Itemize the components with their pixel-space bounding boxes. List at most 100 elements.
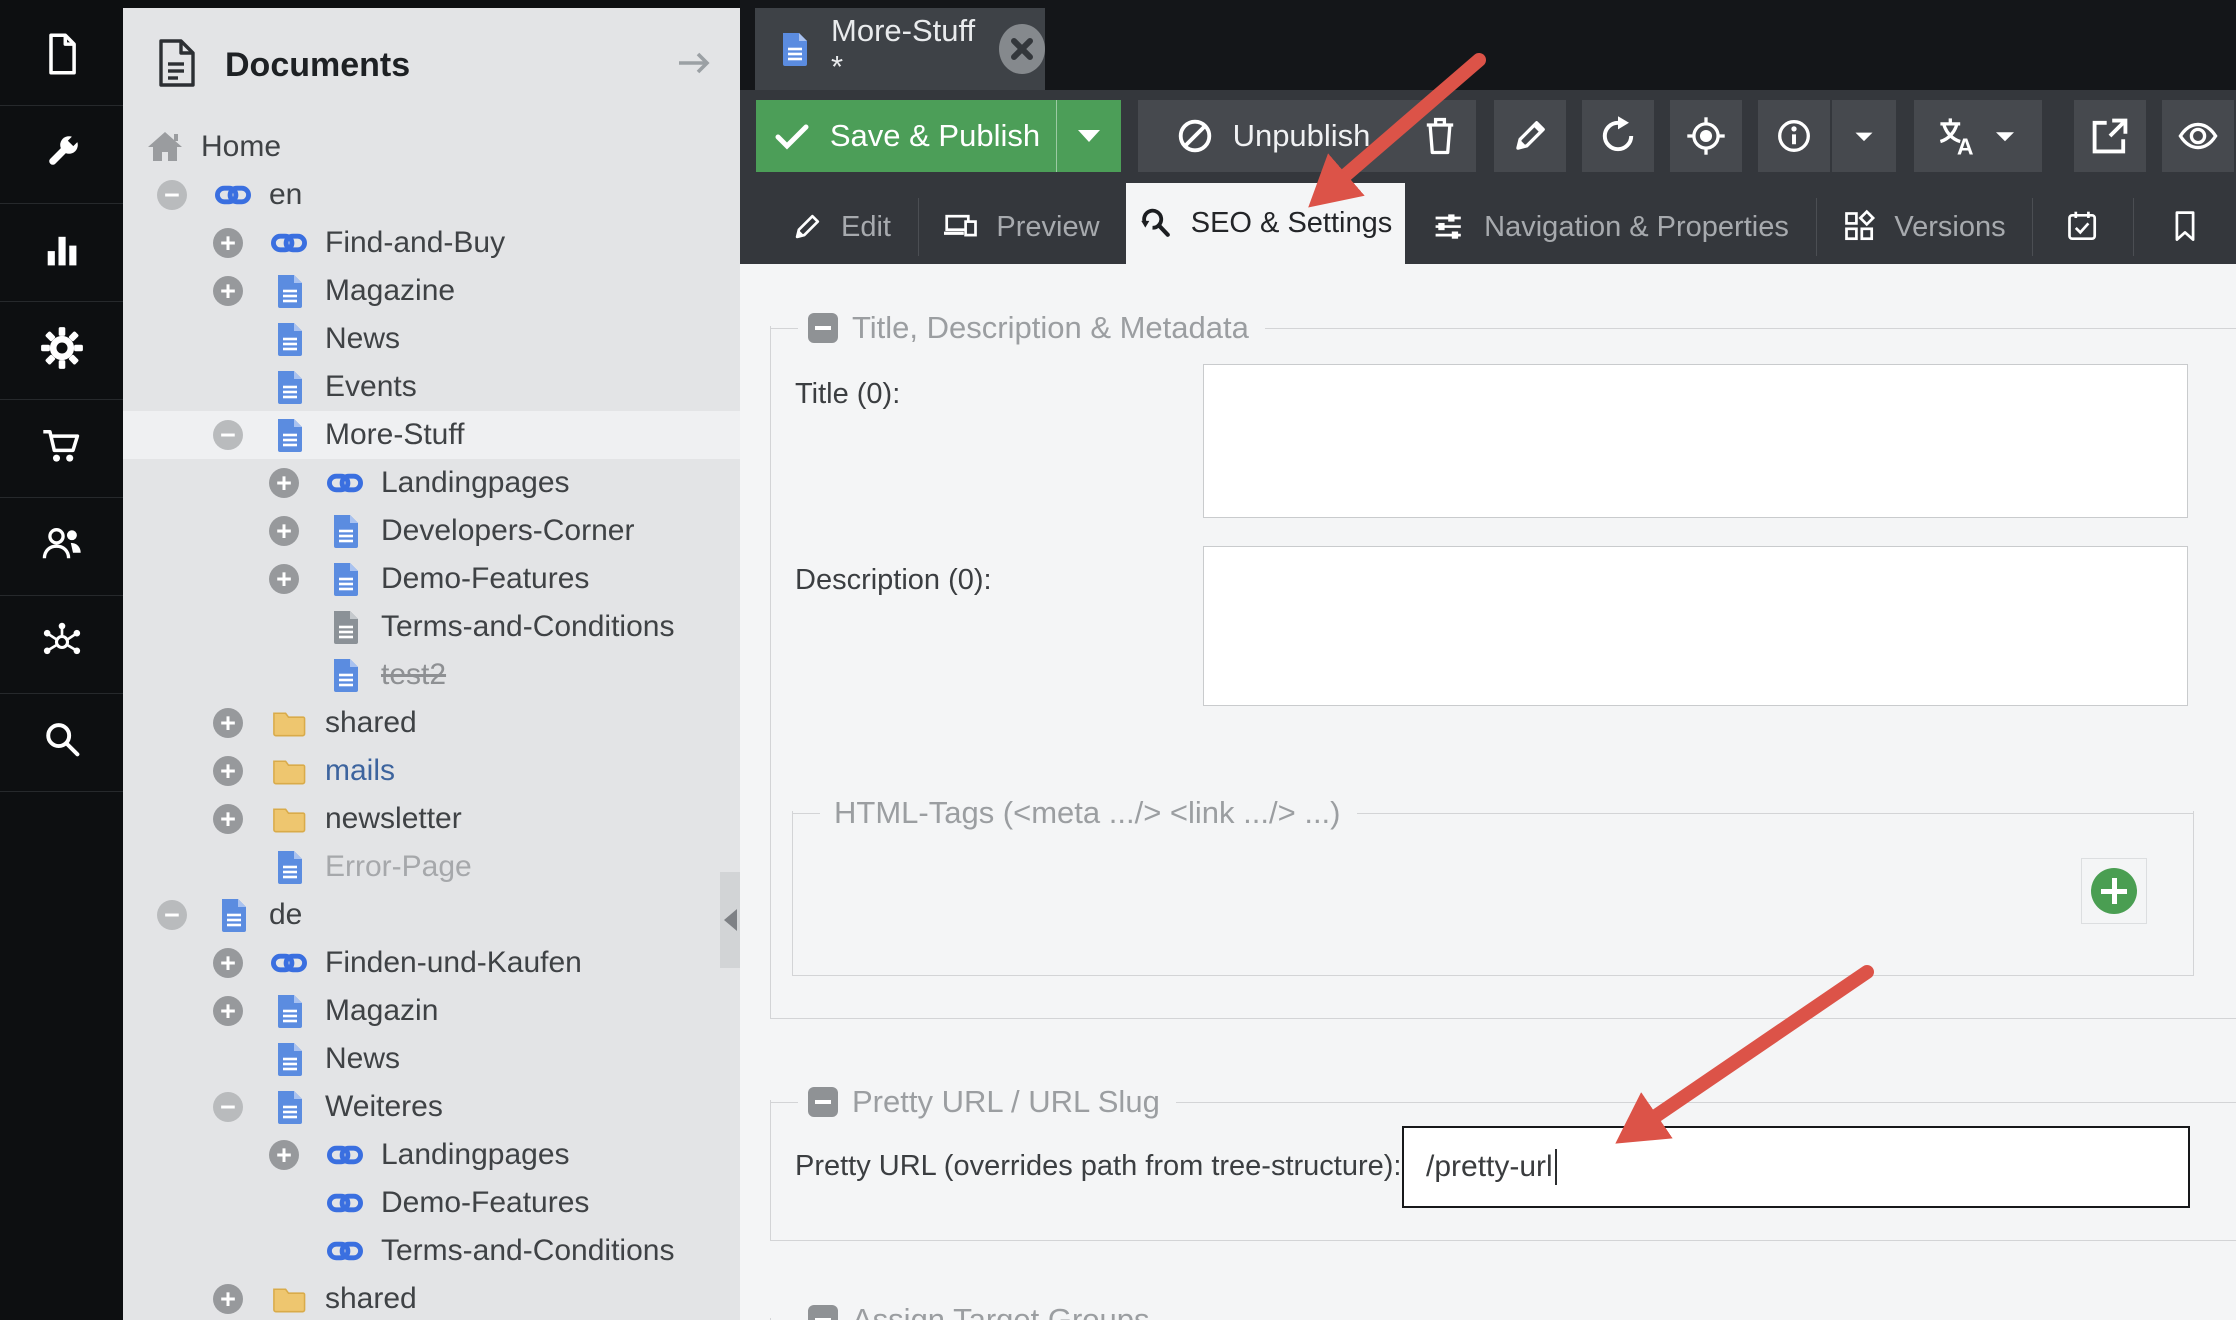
tree-item-home[interactable]: Home	[123, 123, 740, 171]
tree-item-developers-corner[interactable]: + Developers-Corner	[123, 507, 740, 555]
legend-dash	[770, 1101, 798, 1103]
delete-button[interactable]	[1404, 100, 1476, 172]
expand-icon[interactable]: +	[213, 228, 243, 258]
expand-icon[interactable]: +	[213, 996, 243, 1026]
info-button[interactable]	[1758, 100, 1830, 172]
doc-icon	[327, 657, 363, 694]
expand-icon[interactable]: +	[269, 516, 299, 546]
info-icon	[1778, 120, 1810, 152]
collapse-icon[interactable]: −	[157, 900, 187, 930]
tree-item-magazin[interactable]: + Magazin	[123, 987, 740, 1035]
tab-schedule[interactable]	[2032, 190, 2133, 264]
legend-line	[1264, 327, 2236, 329]
collapse-icon[interactable]: −	[157, 180, 187, 210]
pretty-url-input[interactable]: /pretty-url	[1402, 1126, 2190, 1208]
sidebar-item-search[interactable]	[0, 694, 123, 792]
collapse-icon[interactable]: −	[213, 420, 243, 450]
collapse-fieldset-icon[interactable]	[808, 313, 838, 343]
tree-item-finden-und-kaufen[interactable]: + Finden-und-Kaufen	[123, 939, 740, 987]
tree-item-en[interactable]: − en	[123, 171, 740, 219]
title-label: Title (0):	[795, 378, 901, 410]
versions-icon	[1845, 209, 1876, 241]
tree-item-label: mails	[325, 754, 396, 787]
tree-item-terms-and-conditions[interactable]: Terms-and-Conditions	[123, 1227, 740, 1275]
tree-item-label: Terms-and-Conditions	[381, 1234, 675, 1267]
sidebar-item-settings[interactable]	[0, 302, 123, 400]
tab-versions[interactable]: Versions	[1816, 190, 2032, 264]
tree-item-events[interactable]: Events	[123, 363, 740, 411]
translate-button[interactable]: A	[1914, 100, 2042, 172]
tree-item-error-page[interactable]: Error-Page	[123, 843, 740, 891]
tree-item-terms-and-conditions[interactable]: Terms-and-Conditions	[123, 603, 740, 651]
expand-icon[interactable]: +	[213, 276, 243, 306]
tree-item-magazine[interactable]: + Magazine	[123, 267, 740, 315]
locate-in-tree-button[interactable]	[1670, 100, 1742, 172]
expand-icon[interactable]: +	[213, 804, 243, 834]
expand-icon[interactable]: +	[213, 948, 243, 978]
sidebar-item-customers[interactable]	[0, 498, 123, 596]
tree-item-newsletter[interactable]: + newsletter	[123, 795, 740, 843]
expand-icon[interactable]: +	[269, 1140, 299, 1170]
tree-item-more-stuff[interactable]: − More-Stuff	[123, 411, 740, 459]
sidebar-item-file[interactable]	[0, 8, 123, 106]
tab-navigation-properties[interactable]: Navigation & Properties	[1405, 190, 1816, 264]
save-and-publish-main[interactable]: Save & Publish	[756, 100, 1057, 172]
tab-versions-label: Versions	[1894, 210, 2006, 243]
reload-button[interactable]	[1582, 100, 1654, 172]
tree-item-news[interactable]: News	[123, 315, 740, 363]
tab-preview[interactable]: Preview	[918, 190, 1126, 264]
tree-item-mails[interactable]: + mails	[123, 747, 740, 795]
tree-item-demo-features[interactable]: + Demo-Features	[123, 555, 740, 603]
sidebar-item-ecommerce[interactable]	[0, 400, 123, 498]
tree-item-landingpages[interactable]: + Landingpages	[123, 459, 740, 507]
save-options-dropdown[interactable]	[1057, 100, 1121, 172]
rename-button[interactable]	[1494, 100, 1566, 172]
tree-item-news[interactable]: News	[123, 1035, 740, 1083]
expand-icon[interactable]: +	[213, 708, 243, 738]
collapse-fieldset-icon[interactable]	[808, 1305, 838, 1320]
tree-item-label: newsletter	[325, 802, 462, 835]
tree-item-shared[interactable]: + shared	[123, 1275, 740, 1320]
tree-item-shared[interactable]: + shared	[123, 699, 740, 747]
tree-item-find-and-buy[interactable]: + Find-and-Buy	[123, 219, 740, 267]
close-tab-button[interactable]	[999, 24, 1045, 74]
expand-icon[interactable]: +	[269, 468, 299, 498]
folder-icon	[271, 804, 307, 835]
tree-collapse-handle[interactable]	[720, 872, 740, 968]
tree-item-weiteres[interactable]: − Weiteres	[123, 1083, 740, 1131]
tree-item-landingpages[interactable]: + Landingpages	[123, 1131, 740, 1179]
info-dropdown-button[interactable]	[1832, 100, 1896, 172]
unpublish-button[interactable]: Unpublish	[1138, 100, 1405, 172]
collapse-icon[interactable]: −	[213, 1092, 243, 1122]
open-in-new-button[interactable]	[2074, 100, 2146, 172]
tab-more-stuff[interactable]: More-Stuff *	[755, 8, 1045, 90]
collapse-fieldset-icon[interactable]	[808, 1087, 838, 1117]
documents-panel-header: Documents	[123, 8, 740, 123]
tree-item-demo-features[interactable]: Demo-Features	[123, 1179, 740, 1227]
doc-icon	[327, 561, 363, 598]
sidebar-item-marketing[interactable]	[0, 596, 123, 694]
expand-icon[interactable]: +	[213, 756, 243, 786]
add-html-tag-button[interactable]	[2081, 858, 2147, 924]
sidebar-item-reports[interactable]	[0, 204, 123, 302]
description-label: Description (0):	[795, 564, 992, 596]
description-input[interactable]	[1203, 546, 2188, 706]
tree-item-label: en	[269, 178, 303, 211]
settings-icon	[40, 326, 84, 375]
link-icon	[327, 1138, 363, 1172]
tree-item-test2[interactable]: test2	[123, 651, 740, 699]
link-icon	[327, 1186, 363, 1220]
title-input[interactable]	[1203, 364, 2188, 518]
sidebar-item-tools[interactable]	[0, 106, 123, 204]
tab-edit[interactable]: Edit	[762, 190, 918, 264]
panel-expand-arrow-icon[interactable]	[675, 46, 715, 85]
preview-eye-button[interactable]	[2162, 100, 2234, 172]
expand-icon[interactable]: +	[213, 1284, 243, 1314]
tree-item-de[interactable]: − de	[123, 891, 740, 939]
tab-seo-settings[interactable]: SEO & Settings	[1126, 183, 1405, 264]
tab-bookmark[interactable]	[2133, 190, 2236, 264]
link-icon	[215, 178, 251, 212]
save-and-publish-button[interactable]: Save & Publish	[756, 100, 1121, 172]
documents-tree-panel: Documents Home − en + Find-and-Buy + Magazine N…	[123, 8, 740, 1320]
expand-icon[interactable]: +	[269, 564, 299, 594]
